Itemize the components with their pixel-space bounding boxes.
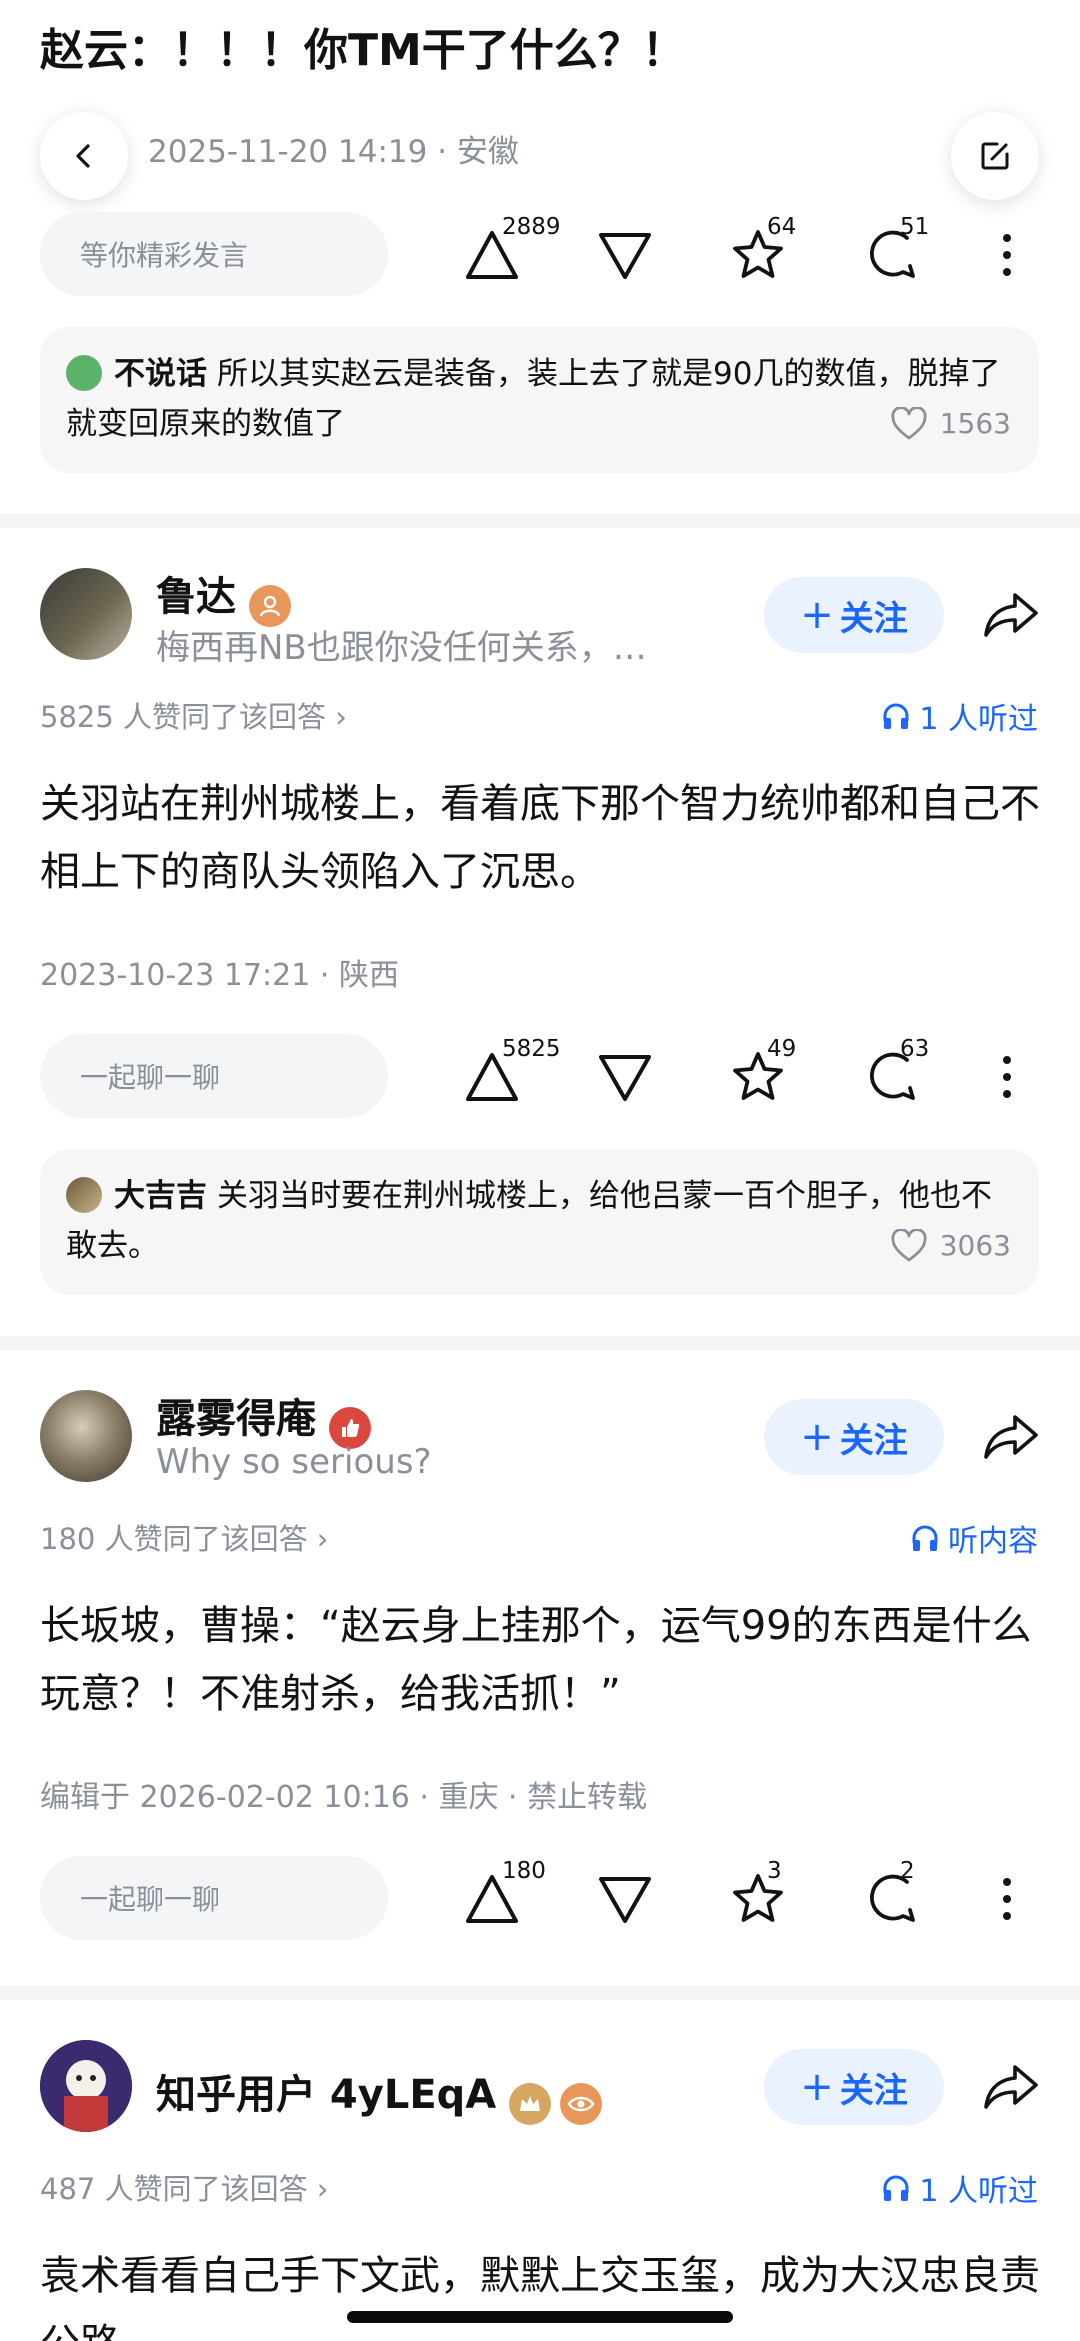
plus-icon: + (800, 592, 834, 638)
heart-icon (891, 1229, 927, 1262)
comment-avatar (66, 1177, 102, 1213)
listen-label: 听内容 (948, 1524, 1038, 1559)
headphones-icon (912, 1525, 938, 1551)
heart-icon (891, 407, 927, 440)
plus-icon: + (800, 1414, 834, 1460)
headphones-icon (883, 703, 909, 729)
comment-count: 2 (900, 1858, 915, 1884)
listen-label: 1 人听过 (919, 702, 1038, 737)
author-name-row: 鲁达 (156, 564, 292, 627)
comment-like[interactable]: 1563 (890, 399, 1011, 449)
share-button[interactable] (976, 580, 1046, 650)
comment-input[interactable]: 一起聊一聊 (40, 1034, 388, 1118)
author-name-row: 露雾得庵 (156, 1386, 372, 1449)
featured-comment[interactable]: 不说话 所以其实赵云是装备，装上去了就是90几的数值，脱掉了就变回原来的数值了 1… (40, 327, 1039, 473)
downvote-icon (599, 1877, 651, 1923)
featured-comment[interactable]: 大吉吉 关羽当时要在荆州城楼上，给他吕蒙一百个胆子，他也不敢去。 3063 (40, 1149, 1039, 1295)
chevron-left-icon (76, 144, 90, 168)
upvote-count: 180 (502, 1858, 546, 1884)
author-name[interactable]: 知乎用户 4yLEqA (156, 2072, 496, 2118)
favorite-count: 3 (767, 1858, 782, 1884)
voters-link[interactable]: 5825 人赞同了该回答 › (40, 694, 347, 736)
more-button[interactable] (992, 220, 1022, 290)
favorite-count: 49 (767, 1036, 797, 1062)
follow-button[interactable]: + 关注 (764, 2049, 944, 2125)
comment-like[interactable]: 3063 (890, 1221, 1011, 1271)
author-avatar[interactable] (40, 2040, 132, 2132)
comment-count: 51 (900, 214, 930, 240)
comment-input[interactable]: 一起聊一聊 (40, 1856, 388, 1940)
plus-icon: + (800, 2064, 834, 2110)
comment-user: 大吉吉 (114, 1178, 207, 1214)
upvote-count: 2889 (502, 214, 561, 240)
share-icon (984, 2065, 1038, 2109)
headphones-icon (883, 2175, 909, 2201)
comment-button[interactable] (857, 1864, 927, 1934)
question-title: 赵云：！！！你TM干了什么？！ (40, 25, 686, 76)
downvote-button[interactable] (590, 1042, 660, 1112)
downvote-button[interactable] (590, 1864, 660, 1934)
downvote-icon (599, 1055, 651, 1101)
question-meta: 2025-11-20 14:19 · 安徽 (148, 134, 519, 170)
more-vertical-icon (1003, 234, 1011, 276)
share-button[interactable] (976, 1402, 1046, 1472)
follow-label: 关注 (839, 1420, 908, 1461)
listen-label: 1 人听过 (919, 2174, 1038, 2209)
share-icon (984, 1415, 1038, 1459)
crown-badge-icon (509, 2082, 552, 2125)
comment-like-count: 1563 (939, 407, 1011, 440)
author-avatar[interactable] (40, 568, 132, 660)
answer-meta: 编辑于 2026-02-02 10:16 · 重庆 · 禁止转载 (40, 1780, 648, 1815)
voters-link[interactable]: 487 人赞同了该回答 › (40, 2166, 328, 2208)
more-vertical-icon (1003, 1878, 1011, 1920)
author-bio: 梅西再NB也跟你没任何关系，… (156, 628, 647, 668)
more-vertical-icon (1003, 1056, 1011, 1098)
upvote-count: 5825 (502, 1036, 561, 1062)
write-answer-button[interactable] (951, 112, 1039, 200)
listen-link[interactable]: 1 人听过 (881, 694, 1038, 738)
author-name[interactable]: 露雾得庵 (156, 1396, 316, 1442)
follow-button[interactable]: + 关注 (764, 1399, 944, 1475)
downvote-button[interactable] (590, 220, 660, 290)
edit-icon (981, 142, 1009, 170)
favorite-button[interactable] (723, 1864, 793, 1934)
follow-label: 关注 (839, 598, 908, 639)
comment-user: 不说话 (114, 356, 207, 392)
comment-like-count: 3063 (939, 1229, 1011, 1262)
section-divider (0, 1986, 1080, 2000)
answer-content[interactable]: 袁术看看自己手下文武，默默上交玉玺，成为大汉忠良责公路 (40, 2242, 1040, 2341)
share-button[interactable] (976, 2052, 1046, 2122)
follow-label: 关注 (839, 2070, 908, 2111)
home-indicator[interactable] (347, 2311, 733, 2323)
author-bio: Why so serious? (156, 1442, 432, 1482)
listen-link[interactable]: 1 人听过 (881, 2166, 1038, 2210)
answer-meta: 2023-10-23 17:21 · 陕西 (40, 958, 399, 993)
author-name[interactable]: 鲁达 (156, 574, 236, 620)
voters-link[interactable]: 180 人赞同了该回答 › (40, 1516, 328, 1558)
more-button[interactable] (992, 1864, 1022, 1934)
listen-link[interactable]: 听内容 (910, 1516, 1038, 1560)
section-divider (0, 514, 1080, 528)
answer-content[interactable]: 关羽站在荆州城楼上，看着底下那个智力统帅都和自己不相上下的商队头领陷入了沉思。 (40, 770, 1040, 906)
favorite-count: 64 (767, 214, 797, 240)
comment-count: 63 (900, 1036, 930, 1062)
eye-badge-icon (560, 2082, 603, 2125)
share-icon (984, 593, 1038, 637)
back-button[interactable] (40, 112, 128, 200)
downvote-icon (599, 233, 651, 279)
more-button[interactable] (992, 1042, 1022, 1112)
section-divider (0, 1336, 1080, 1350)
author-avatar[interactable] (40, 1390, 132, 1482)
follow-button[interactable]: + 关注 (764, 577, 944, 653)
author-name-row: 知乎用户 4yLEqA (156, 2062, 603, 2125)
comment-input[interactable]: 等你精彩发言 (40, 212, 388, 296)
comment-avatar (66, 355, 102, 391)
answer-content[interactable]: 长坂坡，曹操：“赵云身上挂那个，运气99的东西是什么玩意？！不准射杀，给我活抓！… (40, 1592, 1040, 1728)
